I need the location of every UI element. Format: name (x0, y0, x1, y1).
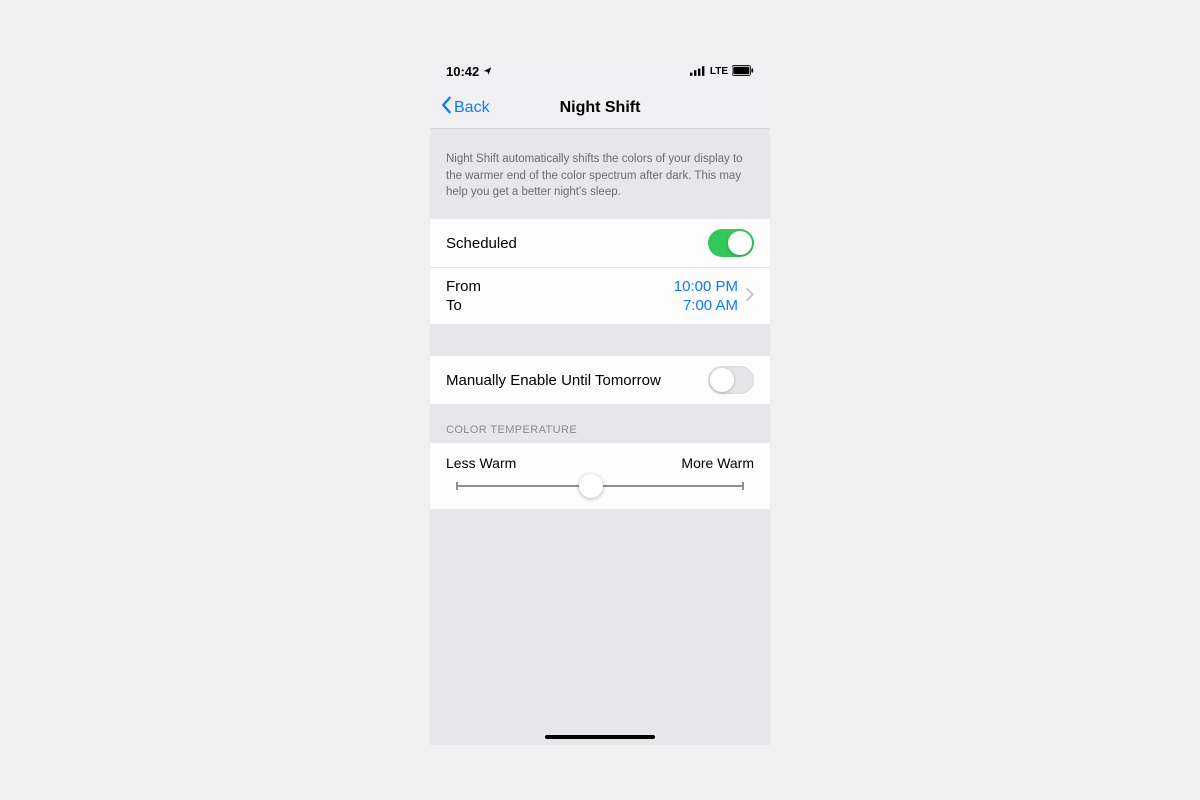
scheduled-toggle[interactable] (708, 229, 754, 257)
scheduled-label: Scheduled (446, 235, 517, 252)
slider-knob[interactable] (579, 474, 603, 498)
network-label: LTE (710, 66, 728, 77)
color-temperature-cell: Less Warm More Warm (430, 442, 770, 509)
battery-icon (732, 64, 754, 79)
color-temperature-header: COLOR TEMPERATURE (430, 404, 770, 442)
manual-group: Manually Enable Until Tomorrow (430, 356, 770, 404)
from-value: 10:00 PM (674, 278, 738, 295)
slider-min-label: Less Warm (446, 455, 516, 471)
phone-screen: 10:42 LTE (430, 55, 770, 745)
status-bar: 10:42 LTE (430, 55, 770, 87)
manual-enable-toggle[interactable] (708, 366, 754, 394)
from-label: From (446, 278, 481, 295)
feature-description: Night Shift automatically shifts the col… (430, 129, 770, 219)
schedule-times-row[interactable]: From 10:00 PM To 7:00 AM (430, 268, 770, 324)
chevron-right-icon (746, 288, 754, 304)
location-arrow-icon (483, 64, 493, 79)
home-indicator[interactable] (545, 735, 655, 739)
back-button[interactable]: Back (440, 96, 490, 119)
to-label: To (446, 297, 462, 314)
to-value: 7:00 AM (683, 297, 738, 314)
color-temperature-slider[interactable] (456, 485, 744, 487)
scheduled-group: Scheduled From 10:00 PM To 7:00 AM (430, 219, 770, 324)
status-time: 10:42 (446, 64, 479, 79)
manual-enable-row[interactable]: Manually Enable Until Tomorrow (430, 356, 770, 404)
empty-space (430, 521, 770, 745)
signal-strength-icon (690, 64, 706, 79)
chevron-left-icon (440, 96, 452, 119)
manual-enable-label: Manually Enable Until Tomorrow (446, 372, 661, 389)
slider-max-label: More Warm (681, 455, 754, 471)
scheduled-row[interactable]: Scheduled (430, 219, 770, 268)
back-label: Back (454, 99, 490, 117)
nav-bar: Back Night Shift (430, 87, 770, 129)
